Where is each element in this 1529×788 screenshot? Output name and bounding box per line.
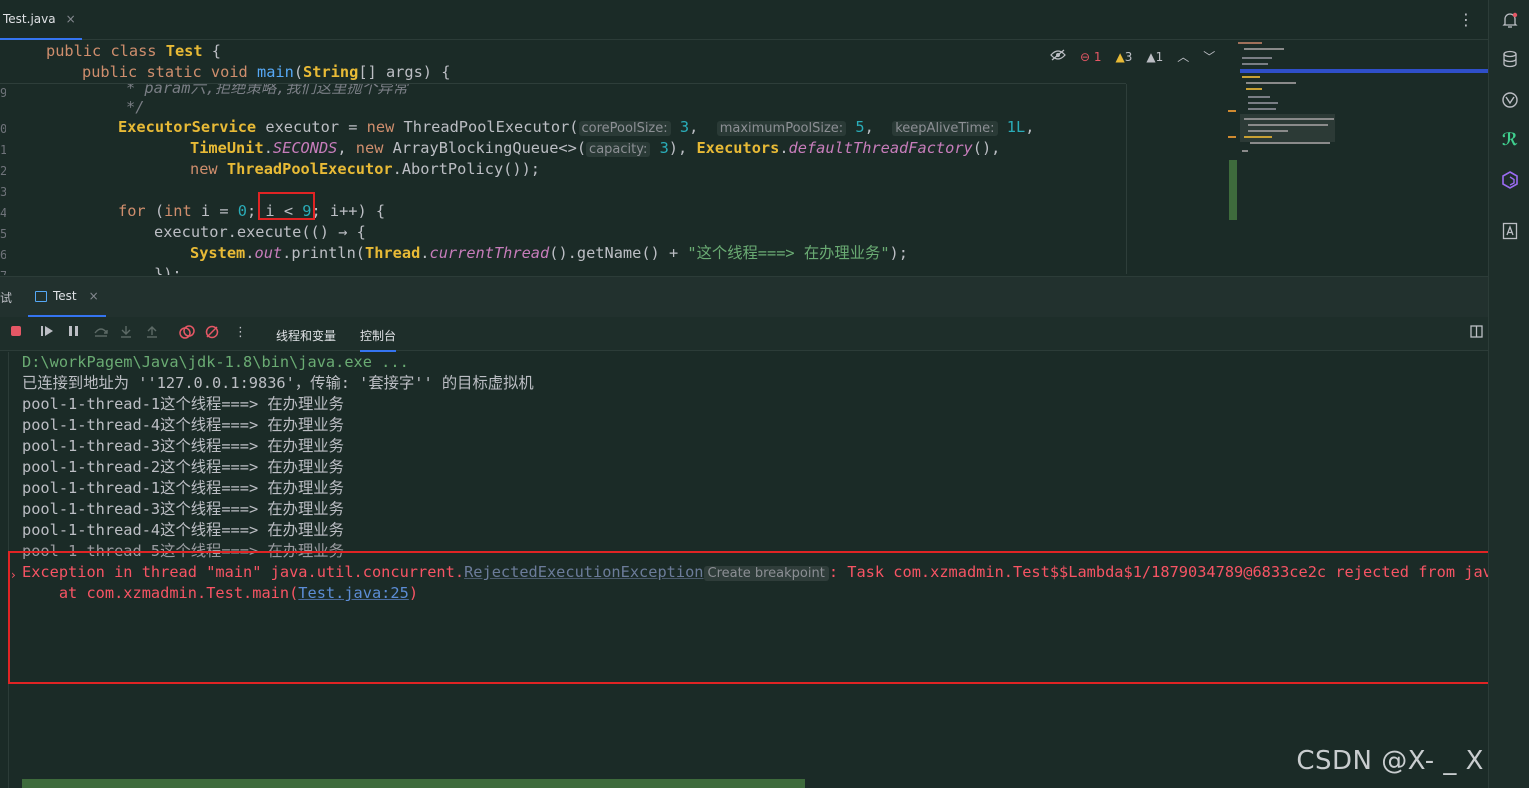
console-line-output: pool-1-thread-3这个线程===> 在办理业务 — [22, 437, 344, 455]
param-hint: capacity: — [586, 142, 651, 157]
font-icon[interactable] — [1499, 220, 1521, 242]
maven-icon[interactable] — [1499, 89, 1521, 111]
code-line: new ThreadPoolExecutor.AbortPolicy()); — [190, 160, 540, 178]
tab-label: Test.java — [3, 12, 56, 26]
previous-problem-icon[interactable]: ︿ — [1177, 48, 1189, 65]
tab-threads-variables[interactable]: 线程和变量 — [276, 327, 336, 344]
more-options-icon[interactable]: ⋮ — [1458, 10, 1474, 29]
code-line: public static void main(String[] args) { — [82, 63, 451, 81]
code-line: for (int i = 0; i < 9; i++) { — [118, 202, 386, 220]
next-problem-icon[interactable]: ﹀ — [1203, 48, 1215, 65]
line-number: 2 — [0, 164, 6, 178]
tab-test-java[interactable]: Test.java × — [0, 0, 82, 40]
code-line: executor.execute(() → { — [154, 223, 366, 241]
code-line: public class Test { — [46, 42, 221, 60]
console-line-output: pool-1-thread-1这个线程===> 在办理业务 — [22, 479, 344, 497]
close-icon[interactable]: × — [89, 289, 99, 303]
line-number: 9 — [0, 86, 6, 100]
highlight-box-exception — [8, 551, 1488, 684]
status-progress-bar — [22, 779, 805, 788]
error-icon: ⊖ — [1080, 49, 1091, 64]
code-line: */ — [126, 98, 145, 116]
code-line: System.out.println(Thread.currentThread(… — [190, 244, 908, 262]
step-into-icon[interactable] — [120, 325, 132, 342]
pause-icon[interactable] — [68, 325, 80, 341]
param-hint: maximumPoolSize: — [716, 121, 847, 136]
line-number: 3 — [0, 185, 6, 199]
tab-console[interactable]: 控制台 — [360, 327, 397, 352]
notifications-icon[interactable] — [1499, 9, 1521, 31]
line-number: 5 — [0, 227, 6, 241]
debug-toolbar: ⋮ 线程和变量 控制台 — [0, 317, 1488, 352]
error-count[interactable]: ⊖ 1 — [1080, 50, 1102, 64]
console-line-output: pool-1-thread-1这个线程===> 在办理业务 — [22, 395, 344, 413]
param-hint: keepAliveTime: — [892, 121, 998, 136]
code-line: ExecutorService executor = new ThreadPoo… — [118, 118, 1035, 136]
stop-icon[interactable] — [10, 325, 22, 341]
run-tab-label: Test — [53, 289, 77, 303]
weak-warning-count[interactable]: ▲1 — [1146, 50, 1163, 64]
database-icon[interactable] — [1499, 48, 1521, 70]
console-output[interactable]: D:\workPagem\Java\jdk-1.8\bin\java.exe .… — [0, 352, 1488, 788]
console-line-output: pool-1-thread-4这个线程===> 在办理业务 — [22, 416, 344, 434]
code-line: TimeUnit.SECONDS, new ArrayBlockingQueue… — [190, 139, 1001, 157]
reader-mode-icon[interactable] — [1050, 49, 1066, 65]
view-breakpoints-icon[interactable] — [179, 325, 195, 343]
watermark: CSDN @X- _ X — [1296, 746, 1484, 776]
resume-icon[interactable] — [40, 325, 54, 341]
line-number: 1 — [0, 143, 6, 157]
console-line-output: pool-1-thread-2这个线程===> 在办理业务 — [22, 458, 344, 476]
minimap[interactable] — [1228, 40, 1488, 230]
line-number: 4 — [0, 206, 6, 220]
mute-breakpoints-icon[interactable] — [205, 325, 219, 343]
param-hint: corePoolSize: — [578, 121, 671, 136]
step-over-icon[interactable] — [94, 325, 108, 341]
close-icon[interactable]: × — [66, 12, 76, 26]
console-line-connected: 已连接到地址为 ''127.0.0.1:9836'，传输: '套接字'' 的目标… — [22, 374, 534, 392]
plugin-icon[interactable] — [1499, 169, 1521, 191]
warning-count[interactable]: ▲3 — [1116, 50, 1133, 64]
sticky-lines-header: public class Test { public static void m… — [0, 40, 1126, 84]
highlight-box-loop-condition — [258, 192, 315, 220]
run-tab-test[interactable]: Test × — [28, 277, 106, 317]
more-options-icon[interactable]: ⋮ — [234, 325, 247, 340]
line-number: 6 — [0, 248, 6, 262]
line-number: 7 — [0, 269, 6, 275]
weak-warning-icon: ▲ — [1146, 49, 1156, 64]
step-out-icon[interactable] — [146, 325, 158, 342]
run-window-header: 试 Test × — [0, 276, 1488, 317]
run-window-title: 试 — [0, 291, 13, 305]
right-margin-guide — [1126, 84, 1127, 274]
right-tool-strip: ℛ — [1488, 0, 1529, 788]
warning-icon: ▲ — [1115, 49, 1125, 64]
layout-settings-icon[interactable] — [1470, 325, 1483, 342]
run-config-icon — [35, 290, 47, 302]
ai-assistant-icon[interactable]: ℛ — [1499, 129, 1521, 151]
code-line: }); — [154, 265, 182, 275]
inspection-widget[interactable]: ⊖ 1 ▲3 ▲1 ︿ ﹀ — [1050, 48, 1215, 65]
console-line-output: pool-1-thread-3这个线程===> 在办理业务 — [22, 500, 344, 518]
line-number: 0 — [0, 122, 6, 136]
console-line-output: pool-1-thread-4这个线程===> 在办理业务 — [22, 521, 344, 539]
editor-tab-bar: Test.java × ⋮ — [0, 0, 1488, 40]
console-line-command: D:\workPagem\Java\jdk-1.8\bin\java.exe .… — [22, 353, 409, 371]
